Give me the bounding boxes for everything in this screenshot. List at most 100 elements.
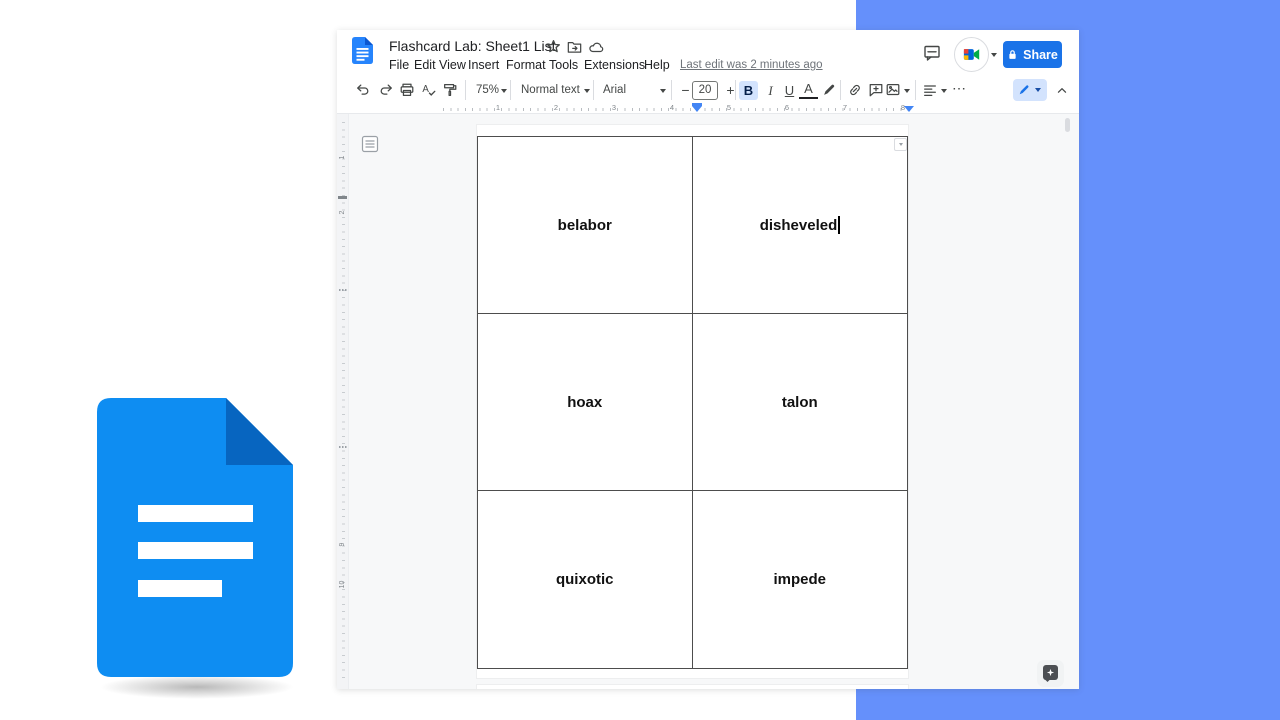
ruler-number: 7: [840, 103, 850, 112]
document-page[interactable]: belabor disheveled hoax talon quixotic: [477, 125, 908, 678]
insert-link-button[interactable]: [847, 82, 863, 98]
editing-pencil-icon: [1017, 83, 1031, 97]
ruler-number: 5: [724, 103, 734, 112]
table-cell[interactable]: belabor: [478, 137, 693, 314]
meet-camera-icon: [963, 47, 981, 62]
vertical-ruler-ticks: [342, 122, 345, 680]
table-options-button[interactable]: [894, 138, 907, 151]
explore-button[interactable]: [1037, 660, 1064, 687]
meet-button[interactable]: [954, 37, 989, 72]
ruler-number: 6: [782, 103, 792, 112]
ruler-number: 3: [609, 103, 619, 112]
table-cell[interactable]: impede: [693, 491, 908, 668]
vruler-number: 2: [339, 207, 346, 218]
text-color-button[interactable]: A: [799, 81, 818, 99]
cell-text: talon: [782, 394, 818, 411]
paint-format-button[interactable]: [442, 82, 458, 98]
menu-format[interactable]: Format: [506, 58, 546, 72]
lock-icon: [1007, 48, 1018, 61]
docs-logo-shadow: [92, 674, 302, 700]
left-indent-marker[interactable]: [692, 103, 702, 112]
cell-text: disheveled: [760, 217, 838, 234]
desktop-canvas: Flashcard Lab: Sheet1 List File Edit Vie…: [0, 0, 1280, 720]
vertical-scrollbar-thumb[interactable]: [1065, 118, 1070, 132]
zoom-select[interactable]: 75%: [476, 84, 499, 96]
logo-line-3: [138, 580, 222, 597]
ruler-number: 4: [667, 103, 677, 112]
star-icon[interactable]: [546, 39, 561, 54]
table-cell[interactable]: talon: [693, 314, 908, 491]
italic-button[interactable]: I: [761, 81, 780, 100]
font-caret[interactable]: [660, 89, 666, 93]
bold-button[interactable]: B: [739, 81, 758, 100]
toolbar-divider: [671, 80, 672, 100]
cell-text: impede: [773, 571, 826, 588]
editing-mode-button[interactable]: [1013, 79, 1047, 101]
google-docs-logo: [97, 398, 293, 677]
menu-extensions[interactable]: Extensions: [584, 58, 645, 72]
table-cell[interactable]: disheveled: [693, 137, 908, 314]
vruler-row-handle[interactable]: [339, 446, 347, 448]
document-status-cloud-icon[interactable]: [588, 40, 604, 54]
docs-app-icon[interactable]: [352, 37, 373, 64]
cell-text: hoax: [567, 394, 602, 411]
toolbar-divider: [840, 80, 841, 100]
next-page-top: [477, 685, 908, 689]
ruler-number: 1: [493, 103, 503, 112]
comments-button[interactable]: [922, 43, 942, 63]
font-size-increase-button[interactable]: +: [721, 81, 740, 100]
share-button[interactable]: Share: [1003, 41, 1062, 68]
meet-dropdown-caret[interactable]: [991, 53, 997, 57]
print-button[interactable]: [399, 82, 415, 98]
svg-text:A: A: [422, 84, 429, 95]
menu-file[interactable]: File: [389, 58, 409, 72]
google-docs-window: Flashcard Lab: Sheet1 List File Edit Vie…: [337, 30, 1079, 689]
paragraph-style-select[interactable]: Normal text: [521, 84, 580, 96]
toolbar-divider: [915, 80, 916, 100]
menu-tools[interactable]: Tools: [549, 58, 578, 72]
table-cell[interactable]: quixotic: [478, 491, 693, 668]
vruler-number: 9: [339, 539, 346, 550]
flashcard-table: belabor disheveled hoax talon quixotic: [477, 136, 908, 669]
menu-view[interactable]: View: [439, 58, 466, 72]
document-area: 1 2 9 10 belabor: [337, 114, 1079, 689]
right-indent-marker[interactable]: [904, 106, 914, 112]
menu-insert[interactable]: Insert: [468, 58, 499, 72]
font-size-field[interactable]: 20: [692, 81, 718, 100]
menu-help[interactable]: Help: [644, 58, 670, 72]
cell-text: quixotic: [556, 571, 614, 588]
document-title[interactable]: Flashcard Lab: Sheet1 List: [389, 38, 556, 54]
font-select[interactable]: Arial: [603, 84, 626, 96]
vruler-row-handle[interactable]: [339, 289, 347, 291]
toolbar-divider: [510, 80, 511, 100]
logo-line-2: [138, 542, 253, 559]
share-button-label: Share: [1023, 48, 1058, 62]
redo-button[interactable]: [378, 82, 394, 98]
horizontal-ruler: 1 2 3 4 5 6 7 8: [337, 103, 1079, 114]
hide-menus-button[interactable]: [1054, 82, 1070, 98]
menu-edit[interactable]: Edit: [414, 58, 436, 72]
zoom-caret[interactable]: [501, 89, 507, 93]
show-outline-button[interactable]: [361, 135, 379, 153]
text-cursor: [838, 216, 840, 234]
highlight-color-button[interactable]: [821, 82, 837, 98]
add-comment-button[interactable]: [868, 82, 884, 98]
move-to-folder-icon[interactable]: [567, 40, 582, 54]
logo-line-1: [138, 505, 253, 522]
align-button[interactable]: [922, 82, 938, 98]
spellcheck-button[interactable]: A: [421, 82, 437, 98]
more-toolbar-button[interactable]: ⋯: [952, 80, 966, 97]
insert-image-caret[interactable]: [904, 89, 910, 93]
table-cell[interactable]: hoax: [478, 314, 693, 491]
toolbar-divider: [465, 80, 466, 100]
last-edit-link[interactable]: Last edit was 2 minutes ago: [680, 59, 823, 71]
toolbar-divider: [593, 80, 594, 100]
toolbar-divider: [735, 80, 736, 100]
underline-button[interactable]: U: [780, 81, 799, 100]
vruler-table-marker[interactable]: [338, 196, 347, 199]
vruler-number: 1: [339, 152, 346, 163]
paragraph-style-caret[interactable]: [584, 89, 590, 93]
insert-image-button[interactable]: [885, 82, 901, 98]
align-caret[interactable]: [941, 89, 947, 93]
undo-button[interactable]: [355, 82, 371, 98]
